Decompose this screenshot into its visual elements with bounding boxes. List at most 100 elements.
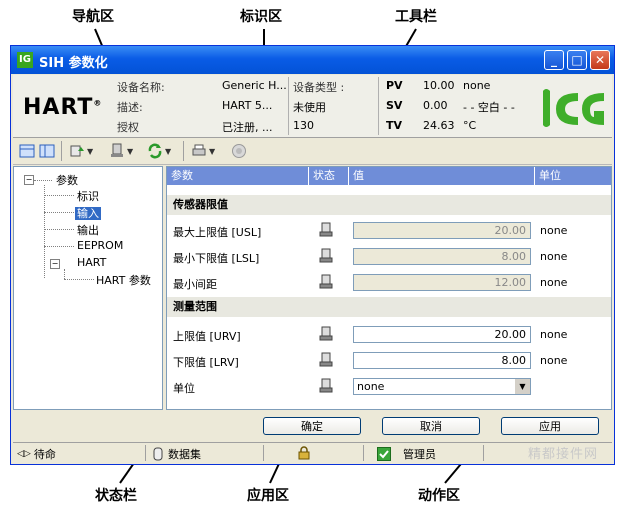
ok-button[interactable]: 确定 <box>263 417 361 435</box>
window-title: SIH 参数化 <box>39 56 108 71</box>
column-header-unit: 单位 <box>535 167 611 185</box>
tree-connector <box>34 180 52 181</box>
param-label-lrv: 下限值 [LRV] <box>173 356 239 369</box>
refresh-icon[interactable]: ▼ <box>147 142 171 160</box>
tree-connector <box>44 212 74 213</box>
param-unit-lrv: none <box>540 354 568 367</box>
title-bar[interactable]: IG SIH 参数化 _ □ ✕ <box>11 46 614 74</box>
tree-connector <box>64 279 94 280</box>
layout-icon[interactable] <box>19 142 35 160</box>
tree-item-eeprom[interactable]: EEPROM <box>77 239 123 252</box>
toolbar: ▼ ▼ ▼ ▼ <box>13 138 612 165</box>
callout-toolbar: 工具栏 <box>395 9 437 25</box>
status-bar: ◁▷ 待命 数据集 管理员 <box>13 442 612 463</box>
device-name-label: 设备名称: <box>117 81 165 94</box>
status-user-label: 管理员 <box>403 448 436 461</box>
callout-action-area: 动作区 <box>418 488 460 504</box>
unit-select[interactable]: none ▼ <box>353 378 531 395</box>
tree-item-output[interactable]: 输出 <box>77 222 99 238</box>
connection-arrows-icon: ◁▷ <box>17 449 31 459</box>
status-dataset-label: 数据集 <box>168 448 201 461</box>
param-label-urv: 上限值 [URV] <box>173 330 241 343</box>
sv-label: SV <box>386 99 403 112</box>
authorization-value: 已注册, ... <box>222 121 273 134</box>
tv-label: TV <box>386 119 403 132</box>
device-type-code: 130 <box>293 119 314 132</box>
param-label-min-span: 最小间距 <box>173 278 217 291</box>
device-type-label: 设备类型 : <box>293 81 345 94</box>
device-status-icon <box>319 274 333 289</box>
device-status-icon <box>319 352 333 367</box>
application-area: 参数 状态 值 单位 传感器限值 最大上限值 [USL] 20.00 none … <box>166 166 612 410</box>
callout-nav-area: 导航区 <box>72 9 114 25</box>
description-label: 描述: <box>117 101 143 114</box>
tree-connector <box>44 195 74 196</box>
hart-logo: HART® <box>23 95 103 120</box>
param-unit-min-span: none <box>540 276 568 289</box>
app-window: IG SIH 参数化 _ □ ✕ HART® 设备名称: Generic H..… <box>10 45 615 465</box>
tree-item-input[interactable]: 输入 <box>75 205 101 221</box>
chevron-down-icon[interactable]: ▼ <box>515 379 530 394</box>
pv-value: 10.00 <box>423 79 455 92</box>
callout-app-area: 应用区 <box>247 488 289 504</box>
apply-button[interactable]: 应用 <box>501 417 599 435</box>
status-divider <box>263 445 264 461</box>
status-divider <box>483 445 484 461</box>
device-status-icon <box>319 248 333 263</box>
sv-value: 0.00 <box>423 99 448 112</box>
toolbar-separator <box>183 141 184 161</box>
status-wait-label: 待命 <box>33 448 56 461</box>
device-type-value: 未使用 <box>293 101 326 114</box>
print-icon[interactable]: ▼ <box>191 142 215 160</box>
toolbar-separator <box>61 141 62 161</box>
minimize-button[interactable]: _ <box>544 50 564 70</box>
cancel-button[interactable]: 取消 <box>382 417 480 435</box>
callout-ident-area: 标识区 <box>240 9 282 25</box>
status-divider <box>363 445 364 461</box>
status-wait: ◁▷ 待命 <box>17 446 56 462</box>
param-value-usl: 20.00 <box>353 222 531 239</box>
maximize-button[interactable]: □ <box>567 50 587 70</box>
param-value-lsl: 8.00 <box>353 248 531 265</box>
tv-value: 24.63 <box>423 119 455 132</box>
tree-item-hart-params[interactable]: HART 参数 <box>96 272 151 288</box>
navigation-area: − 参数 标识 输入 输出 EEPROM − HART HART 参数 <box>13 166 163 410</box>
device-name-value: Generic H... <box>222 79 287 92</box>
param-unit-lsl: none <box>540 250 568 263</box>
sv-unit: - - 空白 - - <box>463 101 515 114</box>
tree-item-hart[interactable]: HART <box>77 256 106 269</box>
device-icon[interactable]: ▼ <box>109 142 133 160</box>
column-header-value: 值 <box>349 167 535 185</box>
header-divider <box>378 77 379 135</box>
column-header-param: 参数 <box>167 167 309 185</box>
layout2-icon[interactable] <box>39 142 55 160</box>
pv-label: PV <box>386 79 403 92</box>
icg-logo-icon <box>543 89 604 127</box>
param-label-usl: 最大上限值 [USL] <box>173 226 262 239</box>
help-icon[interactable] <box>231 142 247 160</box>
collapse-icon[interactable]: − <box>50 259 60 269</box>
tree-item-ident[interactable]: 标识 <box>77 188 99 204</box>
callout-status-bar: 状态栏 <box>95 488 137 504</box>
param-input-lrv[interactable]: 8.00 <box>353 352 531 369</box>
tv-unit: °C <box>463 119 477 132</box>
action-area: 确定 取消 应用 <box>13 412 612 440</box>
database-icon <box>153 447 163 461</box>
section-sensor-limits: 传感器限值 <box>167 195 611 215</box>
description-value: HART 5... <box>222 99 273 112</box>
header-divider <box>288 77 289 135</box>
tree-connector <box>44 246 74 247</box>
app-logo-icon: IG <box>17 52 33 68</box>
checkmark-icon <box>377 447 391 461</box>
tree-item-params[interactable]: 参数 <box>56 172 78 188</box>
lock-status <box>297 446 311 460</box>
lock-icon <box>298 446 310 460</box>
authorization-label: 授权 <box>117 121 139 134</box>
upload-icon[interactable]: ▼ <box>69 142 93 160</box>
device-status-icon <box>319 378 333 393</box>
close-button[interactable]: ✕ <box>590 50 610 70</box>
param-input-urv[interactable]: 20.00 <box>353 326 531 343</box>
tree-connector <box>44 185 45 278</box>
param-unit-usl: none <box>540 224 568 237</box>
collapse-icon[interactable]: − <box>24 175 34 185</box>
